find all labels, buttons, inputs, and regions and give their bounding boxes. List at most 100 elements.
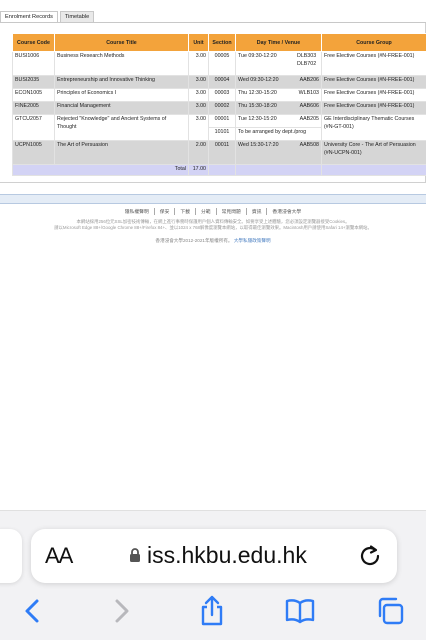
total-label: Total bbox=[12, 164, 189, 176]
course-section: 00001 bbox=[208, 114, 236, 128]
course-title: Rejected "Knowledge" and Ancient Systems… bbox=[54, 114, 189, 141]
chevron-left-icon bbox=[25, 599, 39, 623]
course-title: Business Research Methods bbox=[54, 51, 189, 76]
course-unit: 3.00 bbox=[188, 51, 209, 76]
safari-toolbar bbox=[0, 591, 426, 631]
footer-links: 隱私權聲明 保安 下載 分範 常見問題 資訊 香港浸會大學 bbox=[0, 208, 426, 215]
course-time: Wed 09:30-12:20 bbox=[238, 77, 279, 83]
header-course-group: Course Group bbox=[321, 33, 426, 52]
book-icon bbox=[285, 599, 315, 624]
header-day-time-venue: Day Time / Venue bbox=[235, 33, 322, 52]
course-time-venue: Thu 15:30-18:20 AAB606 bbox=[235, 101, 322, 115]
course-code: UCPN1005 bbox=[12, 140, 55, 165]
share-button[interactable] bbox=[196, 595, 228, 627]
course-section: 00011 bbox=[208, 140, 236, 165]
lock-icon bbox=[130, 548, 140, 562]
safari-bottom-bar: AA iss.hkbu.edu.hk bbox=[0, 510, 426, 640]
course-code: ECON1005 bbox=[12, 88, 55, 102]
course-time-venue: Tue 12:30-15:20 AAB205 bbox=[235, 114, 322, 128]
course-venue: AAB508 bbox=[299, 142, 319, 148]
course-unit: 3.00 bbox=[188, 88, 209, 102]
enrolment-table: Course Code Course Title Unit Section Da… bbox=[12, 33, 426, 176]
course-time: Thu 15:30-18:20 bbox=[238, 103, 277, 109]
header-section: Section bbox=[208, 33, 236, 52]
chevron-right-icon bbox=[115, 599, 129, 623]
course-title: Principles of Economics I bbox=[54, 88, 189, 102]
course-section: 10101 bbox=[208, 127, 236, 141]
header-course-title: Course Title bbox=[54, 33, 189, 52]
table-row: ECON1005 Principles of Economics I 3.00 … bbox=[12, 88, 426, 102]
bookmarks-button[interactable] bbox=[284, 595, 316, 627]
footer-link-hkbu[interactable]: 香港浸會大學 bbox=[267, 208, 306, 215]
course-title: Entrepreneurship and Innovative Thinking bbox=[54, 75, 189, 89]
course-section: 00002 bbox=[208, 101, 236, 115]
table-header-row: Course Code Course Title Unit Section Da… bbox=[12, 33, 426, 52]
course-group: University Core - The Art of Persuasion … bbox=[321, 140, 426, 165]
course-title: Financial Management bbox=[54, 101, 189, 115]
course-time: Thu 12:30-15:20 bbox=[238, 90, 277, 96]
course-time-venue: To be arranged by dept./prog bbox=[235, 127, 322, 141]
course-venue: AAB205 bbox=[299, 116, 319, 122]
footer-link-disclaimer[interactable]: 分範 bbox=[196, 208, 217, 215]
tabs-button[interactable] bbox=[374, 595, 406, 627]
forward-button[interactable] bbox=[106, 595, 138, 627]
course-group: Free Elective Courses (#N-FREE-001) bbox=[321, 51, 426, 76]
address-bar[interactable]: AA iss.hkbu.edu.hk bbox=[31, 529, 397, 583]
copyright-text: 香港浸會大學2012-2021年版權所有。 bbox=[155, 238, 233, 243]
course-time-venue: Thu 12:30-15:20 WLB103 bbox=[235, 88, 322, 102]
footer-link-info[interactable]: 資訊 bbox=[247, 208, 268, 215]
course-venue: AAB606 bbox=[299, 103, 319, 109]
course-time-venue: Wed 09:30-12:20 AAB206 bbox=[235, 75, 322, 89]
course-group: Free Elective Courses (#N-FREE-001) bbox=[321, 101, 426, 115]
total-empty-cell bbox=[321, 164, 426, 176]
course-unit: 3.00 bbox=[188, 114, 209, 141]
reload-icon[interactable] bbox=[357, 543, 383, 569]
footer-band bbox=[0, 194, 426, 204]
aa-label: AA bbox=[45, 543, 73, 568]
header-course-code: Course Code bbox=[12, 33, 55, 52]
tab-enrolment-records[interactable]: Enrolment Records bbox=[0, 11, 58, 22]
footer-link-privacy[interactable]: 隱私權聲明 bbox=[120, 208, 155, 215]
course-unit: 3.00 bbox=[188, 101, 209, 115]
course-section: 00005 bbox=[208, 51, 236, 76]
footer-link-security[interactable]: 保安 bbox=[155, 208, 176, 215]
course-title: The Art of Persuasion bbox=[54, 140, 189, 165]
previous-tab-preview[interactable] bbox=[0, 529, 22, 583]
course-unit: 2.00 bbox=[188, 140, 209, 165]
course-group: GE Interdisciplinary Thematic Courses (#… bbox=[321, 114, 426, 141]
browser-notice: 請以Microsoft Edge 88+/Google Chrome 88+/F… bbox=[54, 225, 372, 230]
reader-options-button[interactable]: AA bbox=[45, 543, 73, 569]
course-section: 00004 bbox=[208, 75, 236, 89]
tab-timetable[interactable]: Timetable bbox=[59, 11, 95, 22]
course-venue: WLB103 bbox=[298, 90, 319, 96]
tabs-icon bbox=[378, 597, 404, 625]
share-icon bbox=[201, 595, 223, 626]
copyright: 香港浸會大學2012-2021年版權所有。 大學私隱政策聲明 bbox=[0, 238, 426, 244]
course-venue: AAB206 bbox=[299, 77, 319, 83]
back-button[interactable] bbox=[16, 595, 48, 627]
table-row: BUSI1006 Business Research Methods 3.00 … bbox=[12, 51, 426, 76]
table-row: FINE2005 Financial Management 3.00 00002… bbox=[12, 101, 426, 115]
footer-link-faq[interactable]: 常見問題 bbox=[217, 208, 247, 215]
course-code: BUSI2035 bbox=[12, 75, 55, 89]
total-empty-cell bbox=[208, 164, 236, 176]
course-group: Free Elective Courses (#N-FREE-001) bbox=[321, 88, 426, 102]
table-row: GTCU2057 Rejected "Knowledge" and Ancien… bbox=[12, 114, 426, 141]
course-section: 00003 bbox=[208, 88, 236, 102]
privacy-policy-link[interactable]: 大學私隱政策聲明 bbox=[234, 238, 271, 243]
url-text: iss.hkbu.edu.hk bbox=[147, 542, 307, 568]
course-unit: 3.00 bbox=[188, 75, 209, 89]
total-row: Total 17.00 bbox=[12, 164, 426, 176]
footer-link-download[interactable]: 下載 bbox=[175, 208, 196, 215]
course-time-venue: Tue 09:30-12:20 DLB303 DLB702 bbox=[235, 51, 322, 76]
header-unit: Unit bbox=[188, 33, 209, 52]
course-time: Tue 09:30-12:20 bbox=[238, 53, 277, 59]
course-time-venue: Wed 15:30-17:20 AAB508 bbox=[235, 140, 322, 165]
course-time: Tue 12:30-15:20 bbox=[238, 116, 277, 122]
table-row: UCPN1005 The Art of Persuasion 2.00 0001… bbox=[12, 140, 426, 165]
table-row: BUSI2035 Entrepreneurship and Innovative… bbox=[12, 75, 426, 89]
total-units: 17.00 bbox=[188, 164, 209, 176]
course-venue: DLB303 DLB702 bbox=[297, 53, 317, 67]
course-code: FINE2005 bbox=[12, 101, 55, 115]
course-group: Free Elective Courses (#N-FREE-001) bbox=[321, 75, 426, 89]
